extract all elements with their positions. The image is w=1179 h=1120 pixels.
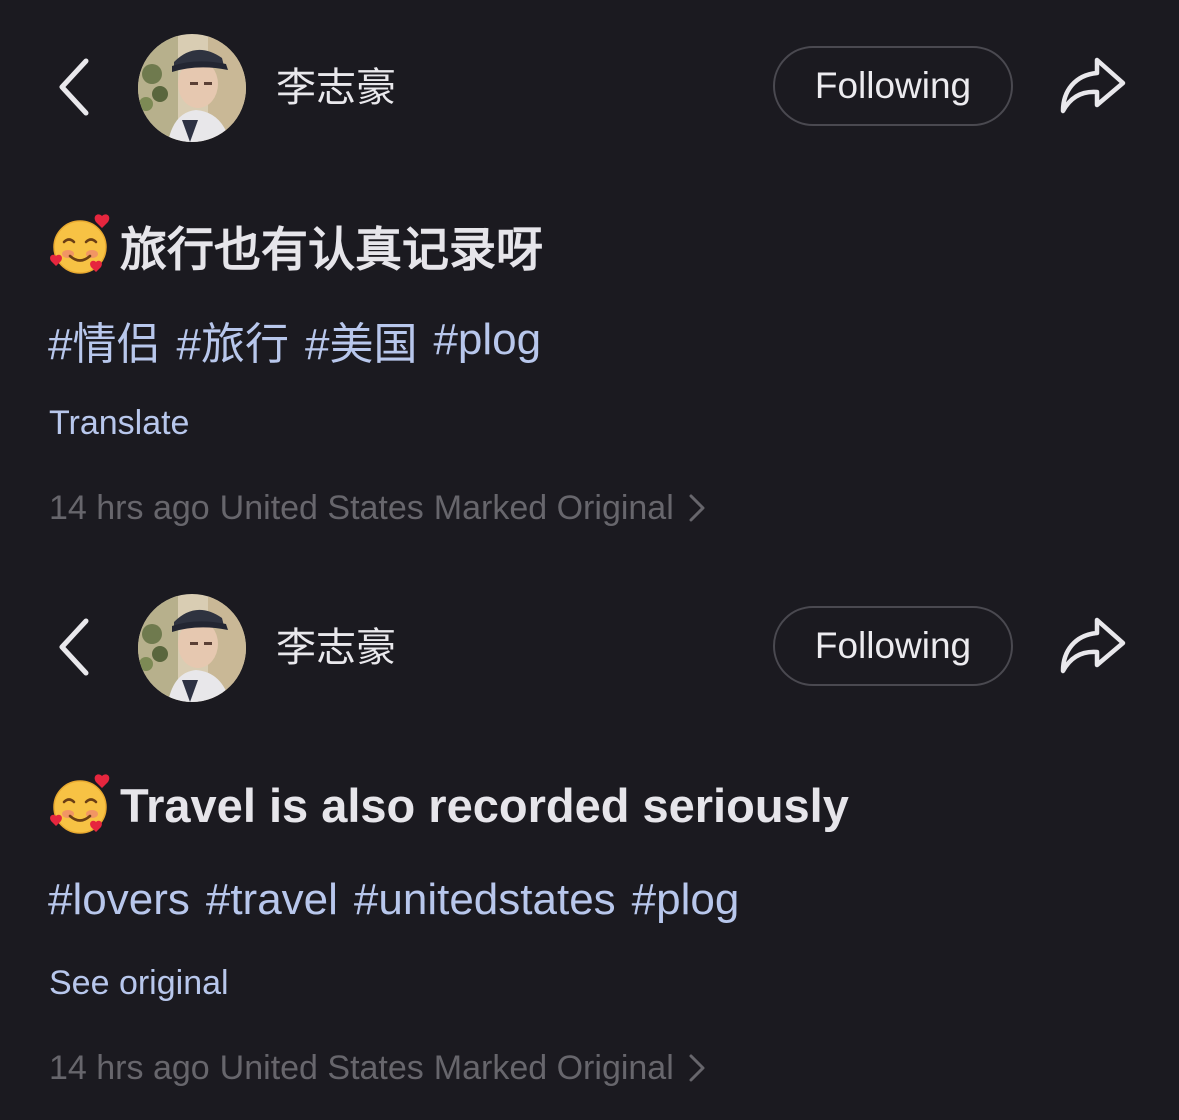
- avatar[interactable]: [138, 34, 246, 142]
- marked-original-label: Marked Original: [433, 1048, 674, 1087]
- hashtag[interactable]: #plog: [632, 875, 740, 925]
- share-button[interactable]: [1054, 610, 1130, 682]
- avatar-photo: [138, 34, 246, 142]
- hashtag-list: #lovers #travel #unitedstates #plog: [48, 870, 739, 930]
- smiling-face-with-hearts-icon: [50, 214, 110, 274]
- share-arrow-icon: [1060, 57, 1126, 114]
- translate-link[interactable]: Translate: [49, 400, 189, 446]
- post-time: 14 hrs ago: [49, 488, 210, 527]
- back-button[interactable]: [48, 612, 100, 682]
- hashtag[interactable]: #travel: [206, 875, 338, 925]
- post-meta[interactable]: 14 hrs ago United States Marked Original: [49, 484, 716, 532]
- marked-original-label: Marked Original: [433, 488, 674, 527]
- hashtag[interactable]: #情侣: [48, 308, 160, 372]
- chevron-right-icon: [688, 1053, 706, 1083]
- post-title: 旅行也有认真记录呀: [48, 210, 543, 280]
- smiling-face-with-hearts-icon: [50, 774, 110, 834]
- following-button[interactable]: Following: [773, 46, 1013, 126]
- chevron-left-icon: [59, 58, 89, 116]
- chevron-right-icon: [688, 493, 706, 523]
- hashtag[interactable]: #旅行: [176, 308, 288, 372]
- post-original: 李志豪 Following 旅行也有认真记录呀 #情侣 #旅行 #美国 #plo…: [0, 0, 1179, 560]
- post-location: United States: [219, 1048, 424, 1087]
- post-meta[interactable]: 14 hrs ago United States Marked Original: [49, 1044, 716, 1092]
- post-title-text: Travel is also recorded seriously: [120, 778, 849, 832]
- following-button[interactable]: Following: [773, 606, 1013, 686]
- back-button[interactable]: [48, 52, 100, 122]
- username[interactable]: 李志豪: [276, 60, 396, 116]
- post-title-text: 旅行也有认真记录呀: [120, 222, 543, 276]
- avatar[interactable]: [138, 594, 246, 702]
- hashtag-list: #情侣 #旅行 #美国 #plog: [48, 310, 541, 370]
- hashtag[interactable]: #lovers: [48, 875, 190, 925]
- hashtag[interactable]: #plog: [433, 315, 541, 365]
- hashtag[interactable]: #unitedstates: [354, 875, 616, 925]
- chevron-left-icon: [59, 618, 89, 676]
- post-location: United States: [219, 488, 424, 527]
- share-button[interactable]: [1054, 50, 1130, 122]
- post-time: 14 hrs ago: [49, 1048, 210, 1087]
- post-translated: 李志豪 Following Travel is also recorded se…: [0, 560, 1179, 1120]
- avatar-photo: [138, 594, 246, 702]
- hashtag[interactable]: #美国: [305, 308, 417, 372]
- post-title: Travel is also recorded seriously: [48, 770, 849, 840]
- see-original-link[interactable]: See original: [49, 960, 229, 1006]
- share-arrow-icon: [1060, 617, 1126, 674]
- username[interactable]: 李志豪: [276, 620, 396, 676]
